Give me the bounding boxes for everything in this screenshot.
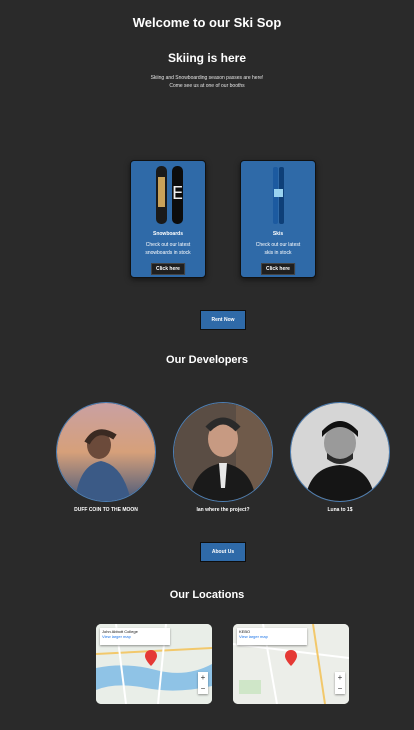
developer-caption-3: Luna to 1$	[327, 507, 353, 513]
map-john-abbott[interactable]: John Abbott College View larger map + −	[96, 624, 212, 704]
page-title: Welcome to our Ski Sop	[132, 15, 282, 30]
snowboards-image: E	[156, 166, 183, 224]
view-larger-map-link[interactable]: View larger map	[102, 634, 168, 639]
map-zoom-controls: + −	[335, 672, 345, 694]
developer-photo-2	[173, 402, 273, 502]
product-title: Skis	[272, 231, 284, 237]
product-description: Check out our latest skis in stock	[245, 241, 311, 257]
map-info-box: John Abbott College View larger map	[100, 628, 170, 645]
intro-line-2: Come see us at one of our booths	[169, 83, 245, 89]
map-zoom-controls: + −	[198, 672, 208, 694]
map-kebo[interactable]: KEBO View larger map + −	[233, 624, 349, 704]
developer-photo-1	[56, 402, 156, 502]
product-title: Snowboards	[152, 231, 183, 237]
skis-click-button[interactable]: Click here	[261, 263, 295, 275]
zoom-out-button[interactable]: −	[198, 683, 208, 694]
product-card-skis: Skis Check out our latest skis in stock …	[240, 160, 316, 278]
zoom-in-button[interactable]: +	[198, 672, 208, 683]
developer-photo-3	[290, 402, 390, 502]
developer-caption-1: DUFF COIN TO THE MOON	[74, 507, 138, 513]
product-description-line: Check out our latest	[145, 242, 191, 248]
product-card-snowboards: E Snowboards Check out our latest snowbo…	[130, 160, 206, 278]
section-heading-skiing: Skiing is here	[167, 51, 247, 65]
rent-now-button[interactable]: Rent Now	[200, 310, 246, 330]
locations-heading: Our Locations	[169, 589, 245, 601]
zoom-in-button[interactable]: +	[335, 672, 345, 683]
developers-heading: Our Developers	[166, 354, 248, 366]
skis-image	[273, 167, 284, 224]
developer-caption-2: Ian where the project?	[196, 507, 250, 513]
svg-text:E: E	[172, 183, 183, 204]
intro-text: Skiing and Snowboarding season passes ar…	[0, 74, 414, 90]
map-info-box: KEBO View larger map	[237, 628, 307, 645]
product-description-line: Check out our latest	[255, 242, 301, 248]
about-us-button[interactable]: About Us	[200, 542, 246, 562]
product-description-line: snowboards in stock	[145, 250, 191, 256]
product-description: Check out our latest snowboards in stock	[135, 241, 201, 257]
view-larger-map-link[interactable]: View larger map	[239, 634, 305, 639]
zoom-out-button[interactable]: −	[335, 683, 345, 694]
product-description-line: skis in stock	[264, 250, 292, 256]
snowboards-click-button[interactable]: Click here	[151, 263, 185, 275]
intro-line-1: Skiing and Snowboarding season passes ar…	[150, 75, 264, 81]
